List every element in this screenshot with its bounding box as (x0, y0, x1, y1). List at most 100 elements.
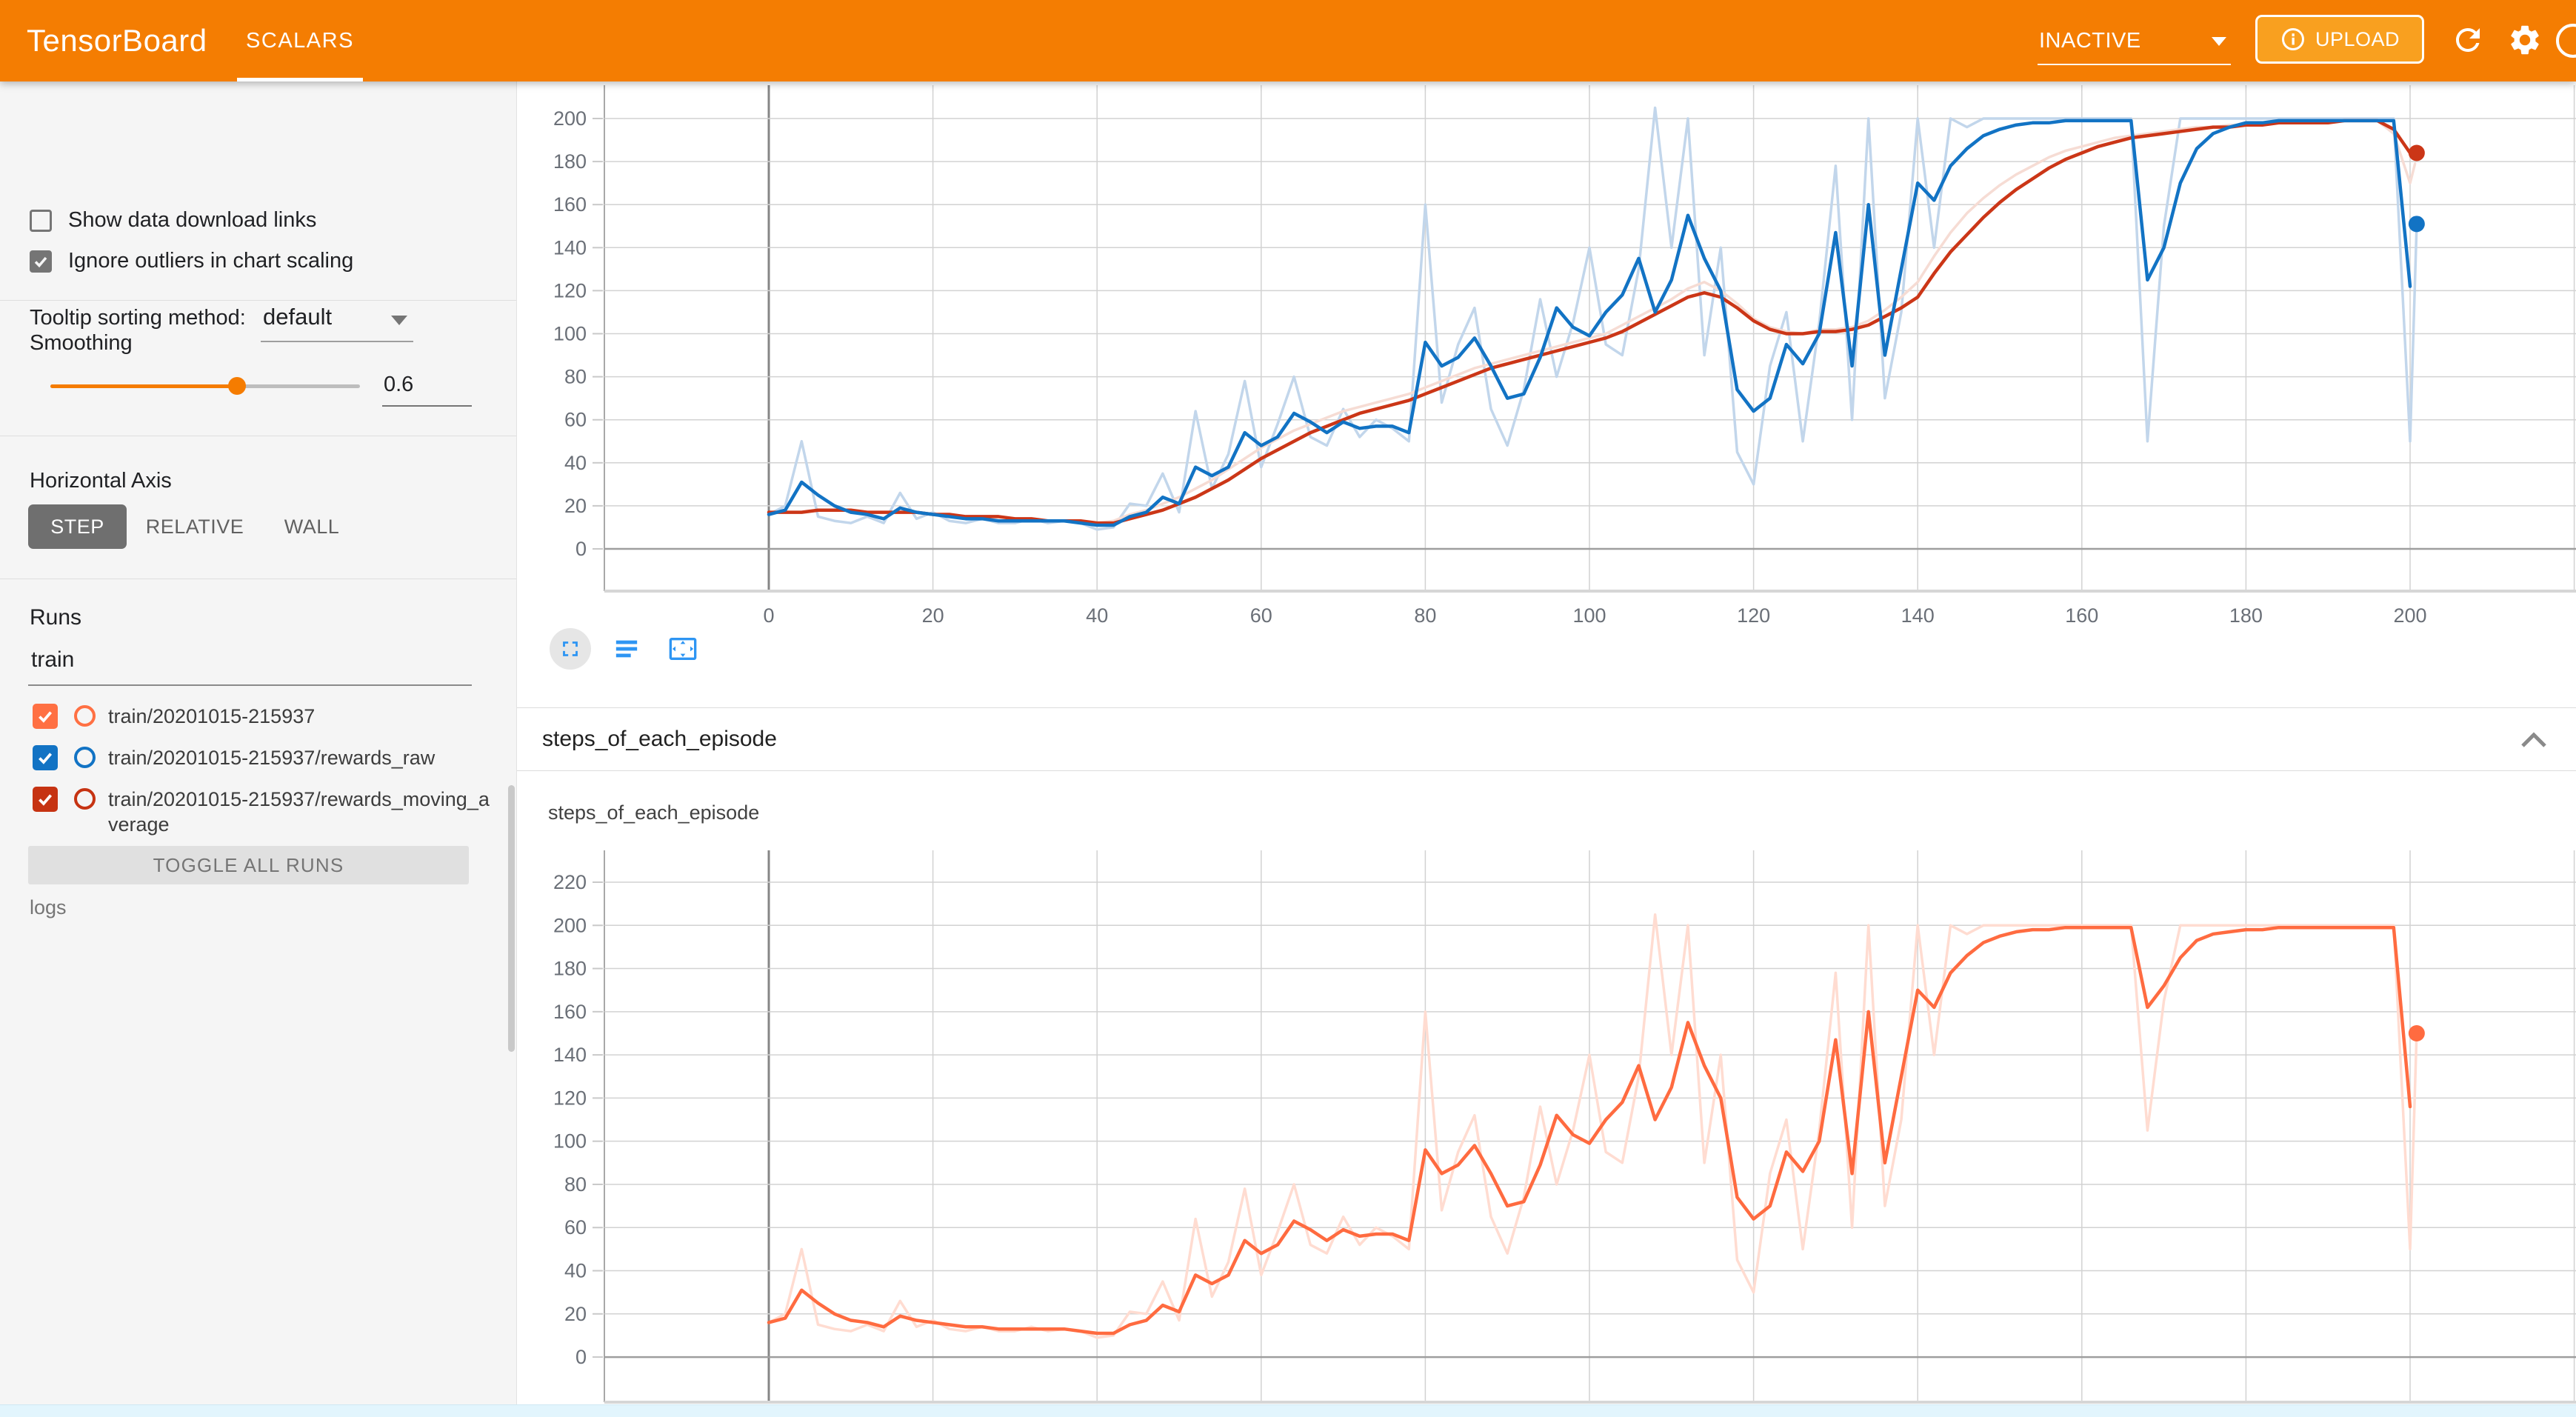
run-label: train/20201015-215937/rewards_raw (108, 745, 493, 770)
run-row[interactable]: train/20201015-215937 (0, 704, 516, 729)
chart-card-title: steps_of_each_episode (548, 801, 759, 824)
svg-text:60: 60 (1250, 604, 1272, 627)
fit-domain-icon[interactable] (662, 628, 704, 670)
chevron-down-icon[interactable] (391, 316, 407, 325)
ignore-outliers-label: Ignore outliers in chart scaling (68, 249, 353, 273)
svg-text:80: 80 (564, 366, 587, 388)
svg-text:40: 40 (564, 1260, 587, 1282)
info-icon (2280, 26, 2306, 53)
runs-selector-icon[interactable] (606, 628, 647, 670)
svg-text:200: 200 (553, 107, 587, 130)
svg-text:0: 0 (575, 1346, 587, 1368)
run-row[interactable]: train/20201015-215937/rewards_raw (0, 745, 516, 770)
run-color-circle[interactable] (74, 747, 96, 768)
svg-text:160: 160 (2065, 604, 2098, 627)
svg-text:20: 20 (922, 604, 944, 627)
svg-text:0: 0 (763, 604, 774, 627)
runs-heading: Runs (30, 605, 81, 630)
tooltip-sorting-label: Tooltip sorting method: (30, 306, 246, 330)
section-header[interactable]: steps_of_each_episode (516, 707, 2576, 771)
smoothing-label: Smoothing (30, 331, 133, 356)
toggle-all-runs-button[interactable]: TOGGLE ALL RUNS (28, 846, 469, 884)
logs-label: logs (30, 896, 67, 919)
haxis-relative-button[interactable]: RELATIVE (148, 504, 241, 549)
svg-text:100: 100 (1572, 604, 1606, 627)
show-download-links-checkbox[interactable] (30, 210, 52, 232)
svg-text:20: 20 (564, 495, 587, 517)
app-header: TensorBoard SCALARS INACTIVE UPLOAD (0, 0, 2576, 81)
svg-text:140: 140 (1901, 604, 1935, 627)
run-row[interactable]: train/20201015-215937/rewards_moving_ave… (0, 787, 516, 837)
horizontal-scrollbar[interactable] (0, 1404, 2576, 1417)
help-icon[interactable] (2556, 24, 2576, 58)
haxis-step-button[interactable]: STEP (28, 504, 127, 549)
check-icon (36, 748, 55, 767)
divider (0, 300, 516, 301)
status-dropdown[interactable]: INACTIVE (2039, 0, 2141, 81)
ignore-outliers-row: Ignore outliers in chart scaling (30, 249, 353, 273)
runs-filter-underline (28, 684, 472, 686)
svg-text:60: 60 (564, 409, 587, 431)
svg-text:220: 220 (553, 871, 587, 893)
chevron-up-icon[interactable] (2520, 730, 2548, 750)
upload-button-label: UPLOAD (2315, 28, 2400, 51)
svg-text:20: 20 (564, 1303, 587, 1325)
chart-toolbar (550, 628, 704, 670)
run-color-circle[interactable] (74, 705, 96, 727)
run-color-circle[interactable] (74, 788, 96, 810)
svg-text:180: 180 (2229, 604, 2263, 627)
rewards-chart[interactable]: 0 20 40 60 80 100 120 140 160 180 200 0 20 40 60 80 100 1… (518, 81, 2576, 631)
smoothing-slider-fill (50, 384, 236, 388)
svg-text:80: 80 (1414, 604, 1436, 627)
svg-text:40: 40 (564, 452, 587, 474)
show-download-links-row: Show data download links (30, 208, 316, 233)
show-download-links-label: Show data download links (68, 208, 316, 233)
svg-text:60: 60 (564, 1216, 587, 1238)
svg-text:120: 120 (553, 1087, 587, 1109)
svg-text:0: 0 (575, 538, 587, 560)
tooltip-sorting-select[interactable]: default (263, 304, 332, 330)
upload-button[interactable]: UPLOAD (2255, 15, 2424, 64)
svg-text:180: 180 (553, 958, 587, 980)
svg-text:160: 160 (553, 1001, 587, 1023)
svg-text:80: 80 (564, 1173, 587, 1196)
sidebar-scrollbar[interactable] (508, 785, 515, 1052)
svg-text:200: 200 (553, 914, 587, 936)
app-title: TensorBoard (27, 0, 207, 81)
run-label: train/20201015-215937/rewards_moving_ave… (108, 787, 493, 837)
svg-text:180: 180 (553, 150, 587, 173)
run-label: train/20201015-215937 (108, 704, 493, 729)
section-title: steps_of_each_episode (542, 708, 777, 770)
gear-icon[interactable] (2507, 22, 2543, 58)
run-checkbox[interactable] (33, 745, 58, 770)
check-icon (32, 252, 50, 271)
ignore-outliers-checkbox[interactable] (30, 250, 52, 273)
svg-text:100: 100 (553, 1130, 587, 1153)
smoothing-value-underline (382, 405, 472, 407)
svg-text:120: 120 (1737, 604, 1770, 627)
svg-text:100: 100 (553, 323, 587, 345)
chevron-down-icon[interactable] (2212, 37, 2226, 46)
expand-chart-icon[interactable] (550, 628, 591, 670)
check-icon (36, 707, 55, 726)
haxis-wall-button[interactable]: WALL (273, 504, 351, 549)
svg-text:140: 140 (553, 236, 587, 259)
run-checkbox[interactable] (33, 787, 58, 812)
tab-scalars[interactable]: SCALARS (237, 0, 363, 81)
smoothing-slider-thumb[interactable] (228, 377, 246, 395)
steps-chart[interactable]: 0 20 40 60 80 100 120 140 160 180 200 220 (518, 837, 2576, 1416)
status-dropdown-underline (2038, 64, 2231, 65)
svg-text:40: 40 (1086, 604, 1108, 627)
refresh-icon[interactable] (2450, 22, 2486, 58)
svg-text:140: 140 (553, 1044, 587, 1066)
svg-text:120: 120 (553, 279, 587, 301)
check-icon (36, 790, 55, 809)
tooltip-select-underline (261, 341, 413, 342)
runs-filter-input[interactable] (30, 647, 447, 673)
svg-text:200: 200 (2393, 604, 2426, 627)
settings-sidebar: Show data download links Ignore outliers… (0, 81, 517, 1416)
smoothing-value[interactable]: 0.6 (384, 373, 413, 397)
runs-list: train/20201015-215937 train/20201015-2159… (0, 704, 516, 853)
run-checkbox[interactable] (33, 704, 58, 729)
horizontal-axis-label: Horizontal Axis (30, 469, 172, 493)
